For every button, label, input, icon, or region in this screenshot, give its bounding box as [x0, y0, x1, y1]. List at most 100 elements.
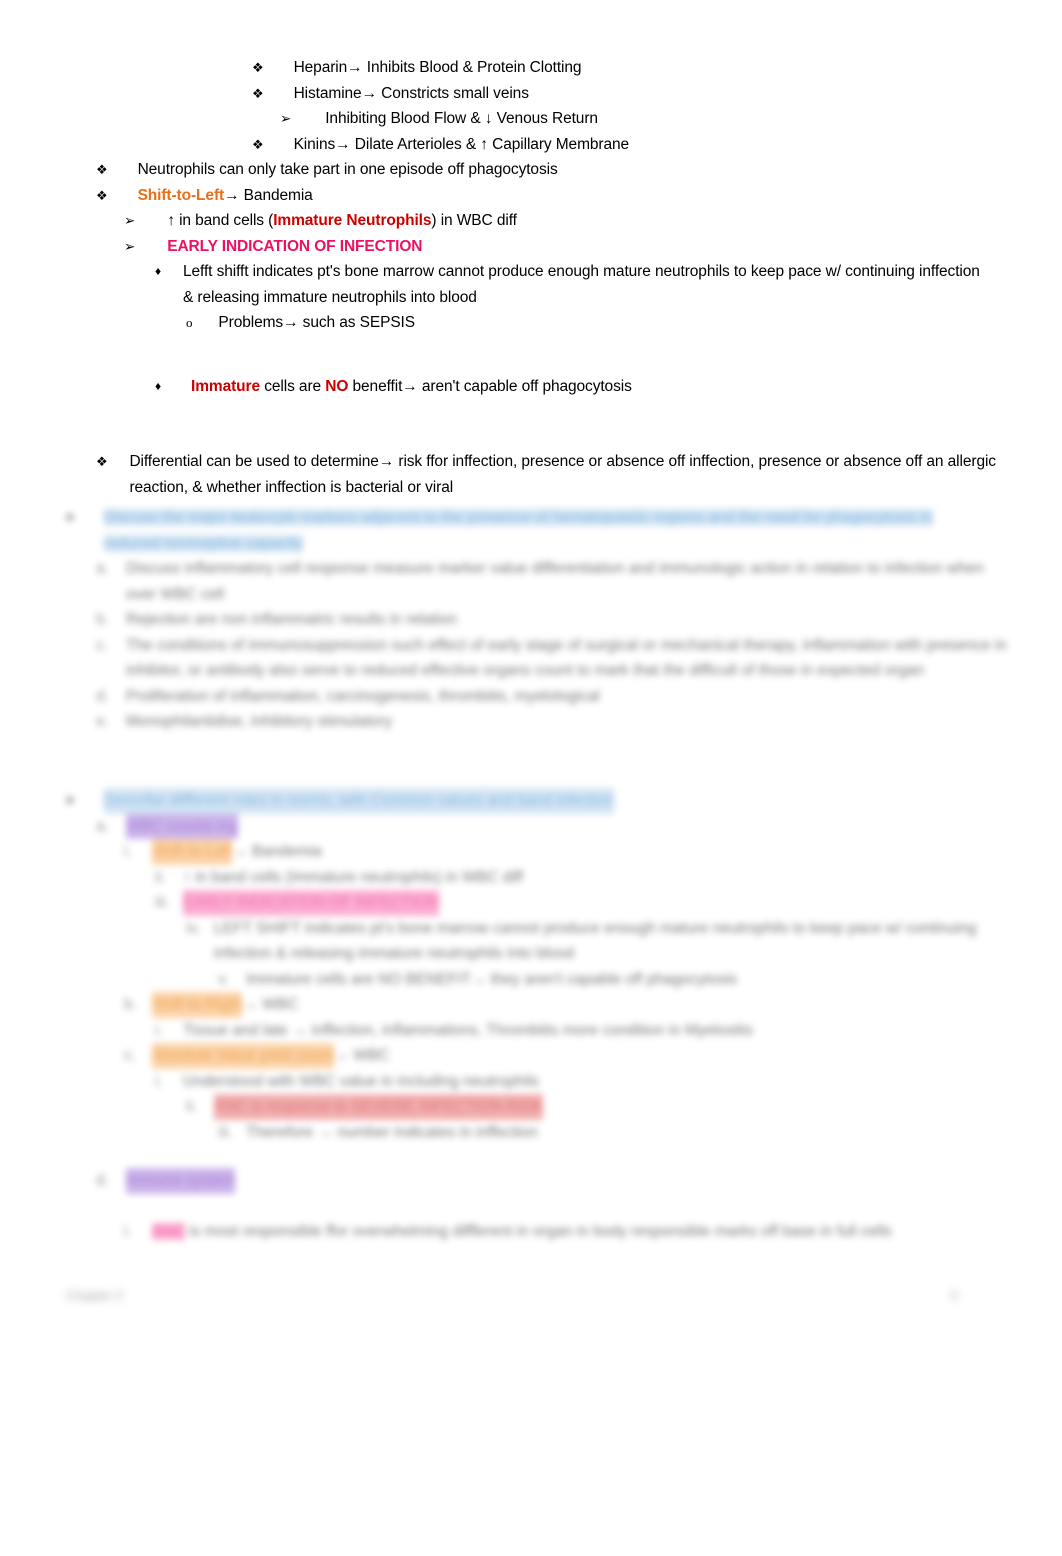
shift-to-left-emphasis: Shift-to-Left — [137, 186, 225, 204]
list-item-heparin: ❖ Heparin→ Inhibits Blood & Protein Clot… — [0, 55, 1062, 81]
immature-suffix: beneffit→ aren't capable off phagocytosi… — [348, 377, 632, 395]
list-marker: c. — [124, 1047, 137, 1064]
shift-to-left-rest: → Bandemia — [224, 186, 313, 204]
list-marker: b. — [96, 611, 109, 628]
list-item-differential: ❖ Differential can be used to determine→… — [0, 449, 1062, 500]
redacted-item-immune-system: d. Immune system — [0, 1168, 1062, 1194]
diamond-star-bullet-icon: ❖ — [96, 454, 108, 469]
redacted-heading-text: Describe diffferent roles in norms, with… — [103, 788, 614, 814]
redacted-item-rest: → Bandemia — [232, 843, 322, 860]
redacted-item-wbc-counts: a. WBC counts mg — [0, 813, 1062, 839]
redacted-item-text: Discuss inflammatory cell response measu… — [126, 560, 984, 603]
redacted-item-band-cells: ii. ↑ in band cells (Immature neutrophil… — [0, 865, 1062, 891]
redacted-item-b: b. Rejection are non inflammatric result… — [0, 607, 1062, 633]
diamond-star-bullet-icon: ❖ — [252, 136, 264, 152]
redacted-item-absolute-value: c. Absolute Value yield count → WBC — [0, 1043, 1062, 1069]
list-item-text: Heparin→ Inhibits Blood & Protein Clotti… — [293, 59, 582, 76]
list-item-text: Inhibiting Blood Flow & ↓ Venous Return — [325, 110, 598, 127]
list-item-text: Lefft shifft indicates pt's bone marrow … — [182, 263, 980, 306]
list-marker: ii. — [155, 868, 167, 886]
list-marker: d. — [96, 687, 109, 705]
redacted-item-text: Shift-to-Left — [152, 839, 233, 865]
list-item-problems-sepsis: o Problems→ such as SEPSIS — [0, 310, 1062, 336]
redacted-item-anc-responsible: i. ANC is most responsible ffor overwhel… — [0, 1219, 1062, 1245]
list-marker: c. — [96, 636, 109, 654]
band-cells-suffix: ) in WBC diff — [431, 212, 517, 229]
list-item-text: Immature cells are NO beneffit→ aren't c… — [191, 374, 1062, 400]
immature-mid: cells are — [260, 377, 326, 395]
redacted-item-text: Tissue and late → inffection, inflammati… — [183, 1021, 754, 1039]
circle-o-bullet-icon: o — [186, 315, 193, 330]
list-marker: v. — [218, 970, 229, 988]
redacted-item-text: ANC is response to SEVERE INFECTION RISK — [214, 1094, 544, 1120]
list-item-text: Kinins→ Dilate Arterioles & ↑ Capillary … — [293, 135, 630, 153]
diamond-star-bullet-icon: ❖ — [252, 85, 264, 101]
list-item-text: Shift-to-Left→ Bandemia — [138, 183, 1062, 209]
list-marker: b. — [124, 996, 137, 1013]
redacted-section-two: ❖ Describe diffferent roles in norms, wi… — [0, 788, 1062, 1145]
redacted-item-text: EARLY INDICATION OF INFECTION — [183, 890, 439, 916]
page-footer: Chapter 2 5 — [0, 1288, 1062, 1303]
redacted-item-text: Immature cells are NO BENEFIT→ they aren… — [246, 970, 738, 988]
visible-notes-section: ❖ Heparin→ Inhibits Blood & Protein Clot… — [0, 0, 1062, 500]
anc-badge: ANC — [152, 1222, 185, 1240]
list-item-text: Differential can be used to determine→ r… — [129, 453, 996, 496]
redacted-item-text: Rejection are non inflammatric results i… — [126, 611, 457, 628]
redacted-item-understood-wbc: i. Understood with WBC value in includin… — [0, 1069, 1062, 1095]
solid-diamond-bullet-icon: ♦ — [155, 378, 162, 393]
redacted-item-text: is most responsible ffor overwhelming di… — [189, 1222, 892, 1240]
redacted-heading-two: ❖ Describe diffferent roles in norms, wi… — [0, 788, 1062, 814]
footer-page-number: 5 — [950, 1288, 958, 1303]
redacted-item-text: Shift-to-Right — [152, 992, 243, 1018]
redacted-item-shift-to-right: b. Shift-to-Right → WBC — [0, 992, 1062, 1018]
redacted-item-rest: → WBC — [333, 1047, 390, 1064]
list-item-immature-no-benefit: ♦ Immature cells are NO beneffit→ aren't… — [0, 374, 1062, 400]
list-marker: e. — [96, 713, 109, 730]
redacted-heading-one: ❖ Discuss the major leukocyte markers ad… — [0, 505, 1062, 556]
list-item-inhibiting-blood-flow: ➢ Inhibiting Blood Flow & ↓ Venous Retur… — [0, 106, 1062, 132]
list-item-band-cells: ➢ ↑ in band cells (Immature Neutrophils)… — [0, 208, 1062, 234]
redacted-item-shift-to-left: i. Shift-to-Left → Bandemia — [0, 839, 1062, 865]
redacted-subsection-immune-system: d. Immune system i. ANC is most responsi… — [0, 1168, 1062, 1244]
list-marker: iii. — [155, 894, 170, 911]
redacted-heading-line-1: Discuss the major leukocyte markers adja… — [103, 509, 933, 526]
redacted-heading-line-2: reduced nociceptive capacity — [103, 534, 303, 552]
list-item-text: Problems→ such as SEPSIS — [218, 314, 416, 331]
list-marker: i. — [124, 843, 132, 860]
no-emphasis: NO — [325, 377, 349, 395]
redacted-item-text: LEFT SHIFT indicates pt's bone marrow ca… — [214, 919, 977, 963]
redacted-item-anc-risk: ii. ANC is response to SEVERE INFECTION … — [0, 1094, 1062, 1120]
list-item-text: ↑ in band cells (Immature Neutrophils) i… — [167, 208, 1062, 234]
redacted-item-tissue-late: i. Tissue and late → inffection, inflamm… — [0, 1018, 1062, 1044]
list-item-early-indication: ➢ EARLY INDICATION OF INFECTION — [0, 234, 1062, 260]
redacted-item-rest: → WBC — [242, 996, 299, 1013]
list-marker: iv. — [186, 919, 201, 937]
list-item-shift-to-left: ❖ Shift-to-Left→ Bandemia — [0, 183, 1062, 209]
redacted-item-c: c. The conditions of immunosuppression s… — [0, 633, 1062, 684]
redacted-item-text: Immune system — [126, 1168, 236, 1194]
redacted-item-a: a. Discuss inflammatory cell response me… — [0, 556, 1062, 607]
list-marker: iii. — [218, 1123, 233, 1141]
list-marker: ii. — [186, 1098, 198, 1115]
redacted-item-text: Understood with WBC value in including n… — [183, 1072, 539, 1090]
redacted-item-left-shift: iv. LEFT SHIFT indicates pt's bone marro… — [0, 916, 1062, 967]
redacted-item-early-indication: iii. EARLY INDICATION OF INFECTION — [0, 890, 1062, 916]
list-marker: i. — [155, 1021, 163, 1039]
diamond-star-bullet-icon: ❖ — [96, 162, 108, 177]
immature-neutrophils-emphasis: Immature Neutrophils — [273, 212, 432, 229]
diamond-star-bullet-icon: ❖ — [96, 187, 108, 203]
redacted-item-text: Absolute Value yield count — [152, 1043, 334, 1069]
redacted-item-immature-cells: v. Immature cells are NO BENEFIT→ they a… — [0, 967, 1062, 993]
redacted-item-text: Monophilantidise, inhibitory stimulatory — [126, 713, 393, 730]
list-marker: i. — [155, 1072, 163, 1090]
solid-diamond-bullet-icon: ♦ — [155, 264, 162, 278]
list-item-histamine: ❖ Histamine→ Constricts small veins — [0, 81, 1062, 107]
arrow-bullet-icon: ➢ — [124, 238, 136, 254]
redacted-section-one: ❖ Discuss the major leukocyte markers ad… — [0, 505, 1062, 735]
footer-chapter-label: Chapter 2 — [66, 1288, 124, 1303]
redacted-item-text: ↑ in band cells (Immature neutrophils) i… — [183, 868, 523, 886]
immature-emphasis: Immature — [191, 377, 261, 395]
arrow-bullet-icon: ➢ — [124, 213, 136, 228]
list-item-neutrophils: ❖ Neutrophils can only take part in one … — [0, 157, 1062, 183]
diamond-star-bullet-icon: ❖ — [252, 60, 264, 75]
